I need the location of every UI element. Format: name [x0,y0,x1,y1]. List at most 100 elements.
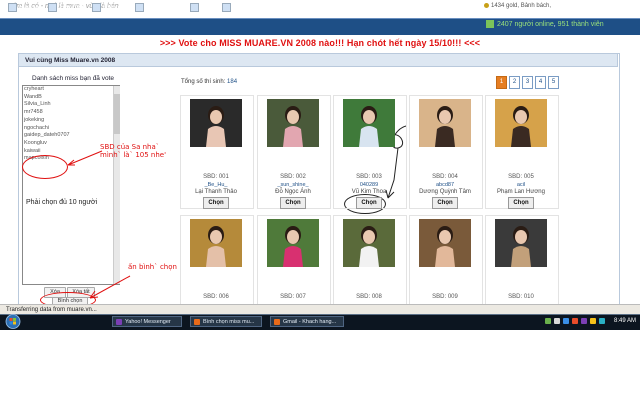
voted-item[interactable]: cryheart [24,86,110,94]
contestant-username[interactable]: _Be_Hu_ [180,182,252,188]
contestant-sbd: SBD: 007 [280,294,306,300]
gold-coin-icon [484,3,489,8]
total-count: 184 [227,79,238,85]
required-note: Phải chọn đủ 10 người [26,199,98,206]
contestant-photo[interactable] [267,219,319,267]
help-icon [222,2,231,12]
contestant-portrait [206,106,226,147]
user-points: 1434 gold, Bảnh bách, [484,3,551,9]
choose-button[interactable]: Chọn [508,197,534,209]
contestant-portrait [435,106,455,147]
voted-item[interactable]: gaidep_dateh0707 [24,132,110,140]
contestant-name: Đỗ Ngọc Ánh [275,189,311,195]
contestant-username[interactable]: acil [485,182,557,188]
contestant-name: Dương Quỳnh Tâm [419,189,471,195]
choose-button[interactable]: Chọn [203,197,229,209]
tray-app-icon[interactable] [563,318,569,324]
vote-banner: >>> Vote cho MISS MUARE.VN 2008 nào!!! H… [159,38,481,48]
tray-alert-icon[interactable] [590,318,596,324]
tray-volume-icon[interactable] [554,318,560,324]
listbox-scrollbar[interactable] [113,86,120,284]
page-5[interactable]: 5 [548,76,559,89]
contestant-photo[interactable] [495,99,547,147]
panel-title: Vui cùng Miss Muare.vn 2008 [18,53,618,67]
start-button[interactable] [2,314,24,329]
voted-item[interactable]: Silvia_Linh [24,101,110,109]
voted-item[interactable]: jokeking [24,117,110,125]
contestant-name: Phạm Lan Hương [497,189,545,195]
voted-item[interactable]: mr7458 [24,109,110,117]
annotation-press-note: ấn bình` chọn [128,263,177,271]
search-icon [48,2,57,12]
contestant-username[interactable]: _sun_shine_ [257,182,329,188]
contestant-username[interactable]: abcd87 [409,182,481,188]
yahoo-icon [116,319,122,325]
contestant-username[interactable]: 040289 [333,182,405,188]
firefox-icon [194,319,200,325]
nav-trang-ca-nhan[interactable]: Trang cá nhân [135,2,187,14]
nav-hue-ve[interactable]: Hue vé [8,2,39,14]
contestant-portrait [511,106,531,147]
page-2[interactable]: 2 [509,76,520,89]
contestant-photo[interactable] [419,219,471,267]
forum-icon [92,2,101,12]
online-count[interactable]: 2407 người online [497,21,554,28]
choose-button[interactable]: Chọn [432,197,458,209]
contestant-sbd: SBD: 010 [508,294,534,300]
nav-chat[interactable]: Chat [190,2,214,14]
contestant-photo[interactable] [190,99,242,147]
task-gmail[interactable]: Gmail - Khach hang... [270,316,344,327]
annotation-arrow-1 [67,150,103,166]
nav-giup-do[interactable]: Giúp đỡ [222,2,256,14]
total-contestants: Tổng số thí sinh: 184 [181,79,238,85]
nav-tim-kiem[interactable]: Tìm kiếm [48,2,85,14]
task-yahoo-messenger[interactable]: Yahoo! Messenger [112,316,182,327]
choose-button[interactable]: Chọn [280,197,306,209]
contestant-portrait [359,226,379,267]
tray-update-icon[interactable] [599,318,605,324]
chat-icon [190,2,199,12]
contestant-portrait [283,106,303,147]
taskbar-clock[interactable]: 8:49 AM [614,316,636,327]
contestant-sbd: SBD: 002 [280,174,306,180]
scrollbar-thumb[interactable] [114,94,120,134]
voted-item[interactable]: WandB [24,94,110,102]
users-online-icon [486,20,494,28]
contestant-sbd: SBD: 004 [432,174,458,180]
contestant-photo[interactable] [343,219,395,267]
task-binh-chon[interactable]: Bình chọn miss mu... [190,316,262,327]
annotation-sbd-note: SBD của Sa nha` mình` là` 105 nhe' [100,143,167,159]
online-counter: 2407 người online, 951 thành viên [486,20,604,28]
profile-icon [135,2,144,12]
contestant-portrait [435,226,455,267]
contestant-sbd: SBD: 009 [432,294,458,300]
voted-list-title: Danh sách miss bạn đã vote [32,75,115,82]
contestant-photo[interactable] [419,99,471,147]
tray-network-icon[interactable] [545,318,551,324]
page-4[interactable]: 4 [535,76,546,89]
browser-status-bar: Transferring data from muare.vn... [0,304,640,314]
contestant-sbd: SBD: 001 [203,174,229,180]
contestant-name: Lại Thanh Thảo [195,189,237,195]
contestant-sbd: SBD: 006 [203,294,229,300]
contestant-sbd: SBD: 005 [508,174,534,180]
contestant-portrait [206,226,226,267]
page-1[interactable]: 1 [496,76,507,89]
tray-security-icon[interactable] [572,318,578,324]
voted-item[interactable]: ngochachi [24,125,110,133]
contestant-photo[interactable] [267,99,319,147]
firefox-icon [274,319,280,325]
contestant-portrait [511,226,531,267]
choose-button[interactable]: Chọn [356,197,382,209]
contestant-name: Vũ Kim Thoa [351,189,387,195]
contestant-portrait [359,106,379,147]
page-3[interactable]: 3 [522,76,533,89]
contestant-photo[interactable] [190,219,242,267]
contestant-portrait [283,226,303,267]
nav-dien-dan[interactable]: Diễn đàn [92,2,128,14]
contestant-sbd: SBD: 003 [356,174,382,180]
member-count[interactable]: 951 thành viên [558,21,604,28]
contestant-photo[interactable] [495,219,547,267]
contestant-photo[interactable] [343,99,395,147]
tray-messenger-icon[interactable] [581,318,587,324]
